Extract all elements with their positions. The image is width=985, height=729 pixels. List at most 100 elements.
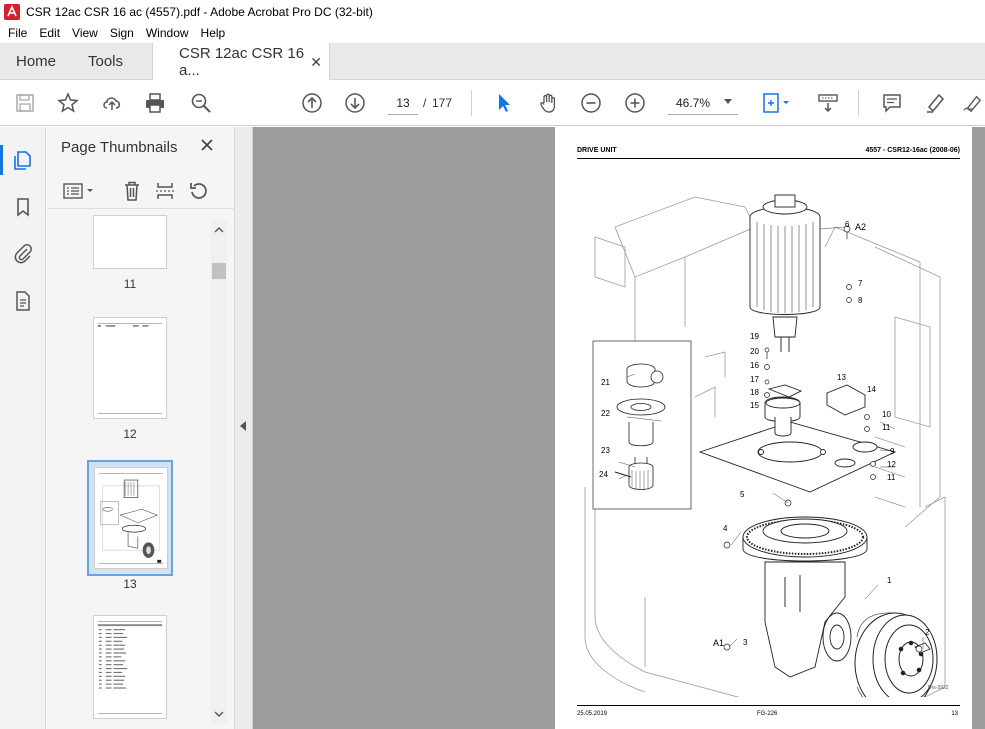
page-header-right: 4557 - CSR12-16ac (2008-06) xyxy=(865,147,960,154)
thumbnail-scrollbar[interactable] xyxy=(211,219,227,725)
menu-window[interactable]: Window xyxy=(140,26,195,40)
pdf-page: DRIVE UNIT 4557 - CSR12-16ac (2008-06) 6… xyxy=(555,127,972,729)
zoom-search-icon[interactable] xyxy=(188,90,214,116)
window-title: CSR 12ac CSR 16 ac (4557).pdf - Adobe Ac… xyxy=(26,4,373,19)
callout-5: 5 xyxy=(740,490,745,499)
callout-18: 18 xyxy=(750,388,759,397)
callout-7: 7 xyxy=(858,279,863,288)
callout-14: 14 xyxy=(867,385,876,394)
zoom-out-icon[interactable] xyxy=(578,90,604,116)
panel-splitter[interactable] xyxy=(235,127,253,729)
menu-view[interactable]: View xyxy=(66,26,104,40)
thumbnail-page-12[interactable] xyxy=(93,317,167,419)
active-indicator xyxy=(0,145,3,175)
page-footer-date: 25.05.2019 xyxy=(577,711,608,717)
callout-9: 9 xyxy=(890,447,895,456)
save-icon[interactable] xyxy=(12,90,38,116)
zoom-level-value: 46.7% xyxy=(676,95,711,110)
draw-freehand-icon[interactable] xyxy=(962,90,982,116)
tab-tools[interactable]: Tools xyxy=(88,43,123,80)
thumbnail-label: 12 xyxy=(123,427,137,441)
scrollbar-thumb[interactable] xyxy=(212,263,226,279)
thumbnail-label: 11 xyxy=(123,277,137,291)
toolbar-divider xyxy=(471,90,472,116)
zoom-in-icon[interactable] xyxy=(622,90,648,116)
document-viewer[interactable]: DRIVE UNIT 4557 - CSR12-16ac (2008-06) 6… xyxy=(253,127,985,729)
thumbnail-page-11[interactable] xyxy=(93,215,167,269)
menu-file[interactable]: File xyxy=(2,26,33,40)
page-footer-number: 13 xyxy=(951,711,958,717)
header-rule xyxy=(577,158,960,159)
callout-13: 13 xyxy=(837,373,846,382)
page-thumbnails-icon[interactable] xyxy=(11,148,35,172)
fit-page-icon[interactable] xyxy=(758,90,794,116)
hand-tool-icon[interactable] xyxy=(535,90,561,116)
callout-11b: 11 xyxy=(887,473,896,482)
page-separator: / xyxy=(423,96,427,110)
toolbar-divider xyxy=(858,90,859,116)
thumbnail-list: 11 12 13 xyxy=(47,211,219,729)
drive-unit-exploded-drawing: 6 A2 7 8 19 20 16 17 18 15 13 14 10 11 9… xyxy=(584,194,949,697)
document-properties-icon[interactable] xyxy=(11,289,35,313)
thumbnail-options-icon[interactable] xyxy=(59,179,99,203)
callout-20: 20 xyxy=(750,347,759,356)
delete-page-icon[interactable] xyxy=(118,179,146,203)
callout-6: 6 xyxy=(845,220,850,229)
page-thumbnails-panel: Page Thumbnails 11 12 13 xyxy=(47,127,235,729)
callout-3: 3 xyxy=(743,638,748,647)
menu-help[interactable]: Help xyxy=(195,26,232,40)
tab-home[interactable]: Home xyxy=(16,43,56,80)
attachments-icon[interactable] xyxy=(11,241,35,265)
callout-15: 15 xyxy=(750,401,759,410)
page-header-left: DRIVE UNIT xyxy=(577,147,617,154)
rotate-page-icon[interactable] xyxy=(185,179,213,203)
callout-8: 8 xyxy=(858,296,863,305)
bookmarks-icon[interactable] xyxy=(11,195,35,219)
callout-11: 11 xyxy=(882,423,891,432)
panel-title: Page Thumbnails xyxy=(61,139,178,156)
main-toolbar: / 177 46.7% xyxy=(0,80,985,126)
callout-23: 23 xyxy=(601,446,610,455)
callout-A2: A2 xyxy=(855,222,866,232)
callout-16: 16 xyxy=(750,361,759,370)
menu-edit[interactable]: Edit xyxy=(33,26,66,40)
highlight-pen-icon[interactable] xyxy=(922,90,948,116)
thumbnail-label: 13 xyxy=(123,577,137,591)
menu-sign[interactable]: Sign xyxy=(104,26,140,40)
scroll-down-icon[interactable] xyxy=(214,709,224,719)
callout-19: 19 xyxy=(750,332,759,341)
drawing-code: Drs-5922 xyxy=(928,685,949,691)
comment-icon[interactable] xyxy=(879,90,905,116)
previous-page-icon[interactable] xyxy=(299,90,325,116)
scroll-up-icon[interactable] xyxy=(214,225,224,235)
tab-document[interactable]: CSR 12ac CSR 16 a... ✕ xyxy=(152,43,330,81)
chevron-down-icon xyxy=(724,99,732,104)
callout-2: 2 xyxy=(925,628,930,637)
close-panel-icon[interactable] xyxy=(197,135,217,155)
close-tab-icon[interactable]: ✕ xyxy=(310,54,322,71)
thumbnail-toolbar xyxy=(47,173,235,209)
next-page-icon[interactable] xyxy=(342,90,368,116)
callout-1: 1 xyxy=(887,576,892,585)
upload-cloud-icon[interactable] xyxy=(99,90,125,116)
extract-page-icon[interactable] xyxy=(151,179,179,203)
select-cursor-icon[interactable] xyxy=(491,90,517,116)
collapse-panel-icon[interactable] xyxy=(240,421,246,431)
page-footer-code: FG-226 xyxy=(757,711,778,717)
tab-document-label: CSR 12ac CSR 16 a... xyxy=(179,45,305,79)
footer-rule xyxy=(577,705,960,706)
scroll-mode-icon[interactable] xyxy=(815,90,841,116)
title-bar: CSR 12ac CSR 16 ac (4557).pdf - Adobe Ac… xyxy=(0,0,985,23)
zoom-level-select[interactable]: 46.7% xyxy=(668,91,738,115)
page-number-input[interactable] xyxy=(388,91,418,115)
thumbnail-page-14[interactable] xyxy=(93,615,167,719)
bookmark-star-icon[interactable] xyxy=(55,90,81,116)
print-icon[interactable] xyxy=(142,90,168,116)
acrobat-app-icon xyxy=(4,3,20,20)
left-navigation-rail xyxy=(0,127,46,729)
callout-24: 24 xyxy=(599,470,608,479)
thumbnail-page-13[interactable] xyxy=(94,467,168,569)
callout-4: 4 xyxy=(723,524,728,533)
callout-A1: A1 xyxy=(713,638,724,648)
callout-21: 21 xyxy=(601,378,610,387)
